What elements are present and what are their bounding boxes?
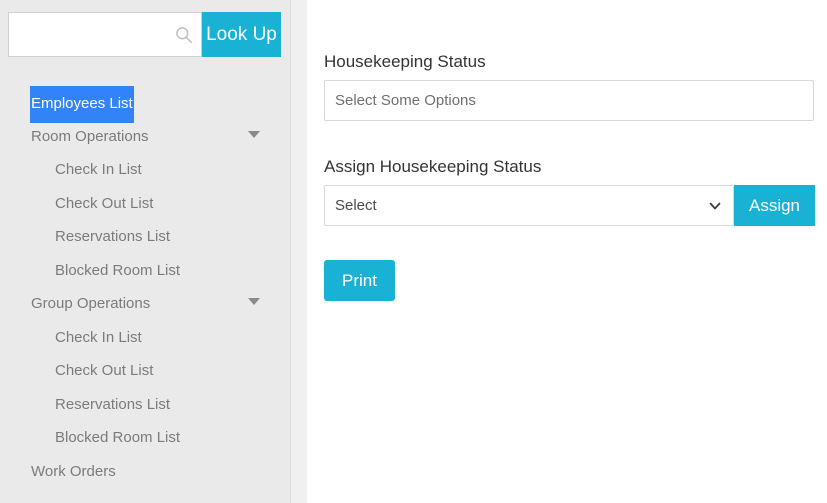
housekeeping-status-label: Housekeeping Status [324,52,486,71]
sidebar-item-check-in-list[interactable]: Check In List [0,321,291,355]
sidebar-item-label: Group Operations [31,295,151,312]
housekeeping-status-field-group: Housekeeping Status Select Some Options [324,52,814,121]
sidebar: Look Up Employees List Room Operations Che… [0,0,291,503]
sidebar-item-label: Reservations List [55,395,171,413]
print-field-group: Print [324,260,395,301]
sidebar-item-check-in-list[interactable]: Check In List [0,153,291,187]
assign-housekeeping-status-select[interactable]: Select [324,185,734,226]
housekeeping-status-multiselect[interactable]: Select Some Options [324,80,814,121]
sidebar-item-check-out-list[interactable]: Check Out List [0,354,291,388]
housekeeping-status-placeholder: Select Some Options [335,92,476,109]
sidebar-item-label: Check Out List [55,362,154,379]
search-box[interactable] [8,12,202,57]
assign-housekeeping-status-selected-value: Select [335,197,377,214]
sidebar-item-label: Blocked Room List [55,429,181,446]
assign-housekeeping-status-field-group: Assign Housekeeping Status Select Assign [324,157,816,226]
main-content: Housekeeping Status Select Some Options … [307,0,827,503]
sidebar-item-check-out-list[interactable]: Check Out List [0,187,291,221]
sidebar-item-blocked-room-list[interactable]: Blocked Room List [0,421,291,455]
sidebar-item-label: Work Orders [31,462,116,480]
sidebar-search-row: Look Up [8,12,281,57]
sidebar-item-blocked-room-list[interactable]: Blocked Room List [0,254,291,288]
caret-down-icon[interactable] [248,298,260,305]
sidebar-item-label: Reservations List [55,228,171,245]
sidebar-item-label: Room Operations [31,127,149,145]
sidebar-item-label: Check Out List [55,194,154,212]
app-root: Look Up Employees List Room Operations Che… [0,0,827,503]
print-button[interactable]: Print [324,260,395,301]
chevron-down-icon [709,202,721,210]
sidebar-item-label: Employees List [30,86,134,123]
sidebar-item-room-operations[interactable]: Room Operations [0,120,291,154]
look-up-button[interactable]: Look Up [202,12,281,57]
sidebar-nav: Employees List Room Operations Check In Li… [0,86,291,488]
sidebar-item-label: Check In List [55,161,142,178]
sidebar-item-reservations-list[interactable]: Reservations List [0,220,291,254]
sidebar-item-label: Blocked Room List [55,261,181,279]
sidebar-item-group-operations[interactable]: Group Operations [0,287,291,321]
assign-housekeeping-status-label: Assign Housekeeping Status [324,157,542,176]
sidebar-item-reservations-list[interactable]: Reservations List [0,388,291,422]
assign-row: Select Assign [324,185,816,226]
sidebar-item-label: Check In List [55,328,142,346]
assign-button[interactable]: Assign [734,185,815,226]
caret-down-icon[interactable] [248,130,260,138]
sidebar-gutter [291,0,307,503]
sidebar-item-employees-list[interactable]: Employees List [0,86,291,123]
sidebar-item-work-orders[interactable]: Work Orders [0,455,291,489]
search-input[interactable] [9,13,201,56]
